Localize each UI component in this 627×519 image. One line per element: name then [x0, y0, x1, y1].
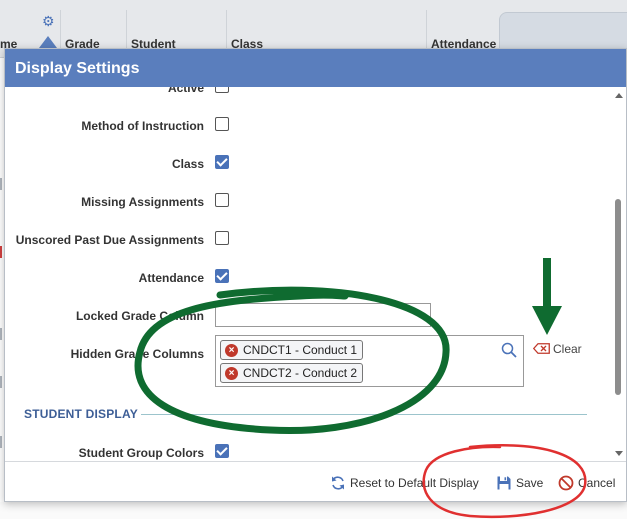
- missing-assignments-checkbox[interactable]: [215, 193, 229, 207]
- dialog-body: Active Method of Instruction Class Missi…: [5, 87, 626, 461]
- selected-chip: × CNDCT2 - Conduct 2: [220, 363, 364, 383]
- save-icon: [497, 476, 511, 490]
- chip-label: CNDCT1 - Conduct 1: [243, 343, 358, 357]
- chip-label: CNDCT2 - Conduct 2: [243, 366, 358, 380]
- dialog-title: Display Settings: [5, 49, 626, 87]
- section-divider: [141, 414, 587, 415]
- scrollbar-thumb[interactable]: [615, 199, 621, 395]
- cancel-button[interactable]: Cancel: [558, 475, 615, 491]
- method-of-instruction-checkbox[interactable]: [215, 117, 229, 131]
- reset-to-default-button[interactable]: Reset to Default Display: [330, 475, 479, 491]
- setting-row-method-of-instruction: Method of Instruction: [5, 117, 605, 137]
- setting-row-class: Class: [5, 155, 605, 175]
- scroll-down-arrow-icon[interactable]: [615, 451, 623, 456]
- remove-chip-icon[interactable]: ×: [225, 367, 238, 380]
- refresh-icon: [332, 476, 344, 490]
- setting-label: Active: [167, 87, 204, 95]
- setting-row-active: Active: [5, 87, 605, 99]
- unscored-past-due-checkbox[interactable]: [215, 231, 229, 245]
- setting-row-missing-assignments: Missing Assignments: [5, 193, 605, 213]
- setting-label: Missing Assignments: [81, 195, 204, 209]
- active-checkbox[interactable]: [215, 87, 229, 93]
- save-button[interactable]: Save: [496, 475, 543, 491]
- save-label: Save: [516, 476, 544, 490]
- setting-row-hidden-grade-columns: Hidden Grade Columns × CNDCT1 - Conduct …: [5, 335, 605, 387]
- setting-row-attendance: Attendance: [5, 269, 605, 289]
- gear-icon[interactable]: ⚙: [42, 14, 56, 28]
- setting-label: Hidden Grade Columns: [70, 347, 204, 361]
- selected-chip: × CNDCT1 - Conduct 1: [220, 340, 364, 360]
- class-checkbox[interactable]: [215, 155, 229, 169]
- setting-label: Locked Grade Column: [75, 309, 204, 323]
- background-bottom: [0, 502, 627, 519]
- dialog-footer: Reset to Default Display Save Cancel: [5, 461, 626, 501]
- student-group-colors-checkbox[interactable]: [215, 444, 229, 458]
- remove-chip-icon[interactable]: ×: [225, 344, 238, 357]
- hidden-grade-columns-select[interactable]: × CNDCT1 - Conduct 1 × CNDCT2 - Conduct …: [215, 335, 524, 387]
- setting-label: Class: [171, 157, 204, 171]
- clear-icon: [533, 343, 550, 354]
- setting-row-locked-grade-column: Locked Grade Column: [5, 303, 605, 327]
- reset-label: Reset to Default Display: [350, 476, 479, 490]
- cancel-label: Cancel: [578, 476, 616, 490]
- scroll-up-arrow-icon[interactable]: [615, 93, 623, 98]
- attendance-checkbox[interactable]: [215, 269, 229, 283]
- clear-button[interactable]: Clear: [533, 342, 582, 356]
- setting-label: Method of Instruction: [81, 119, 204, 133]
- search-icon[interactable]: [501, 342, 517, 358]
- clear-label: Clear: [553, 342, 582, 356]
- setting-label: Student Group Colors: [78, 446, 204, 460]
- cancel-icon: [558, 475, 574, 491]
- section-title-student-display: STUDENT DISPLAY: [24, 407, 138, 421]
- chevron-down-icon: [414, 308, 424, 318]
- setting-label: Unscored Past Due Assignments: [15, 233, 204, 247]
- setting-row-student-group-colors: Student Group Colors: [5, 444, 605, 461]
- dialog-scrollbar[interactable]: [612, 87, 624, 461]
- setting-row-unscored-past-due: Unscored Past Due Assignments: [5, 231, 605, 251]
- setting-label: Attendance: [138, 271, 204, 285]
- locked-grade-column-select[interactable]: [215, 303, 431, 327]
- dialog-pointer: [39, 36, 57, 48]
- display-settings-dialog: Display Settings Active Method of Instru…: [4, 48, 627, 502]
